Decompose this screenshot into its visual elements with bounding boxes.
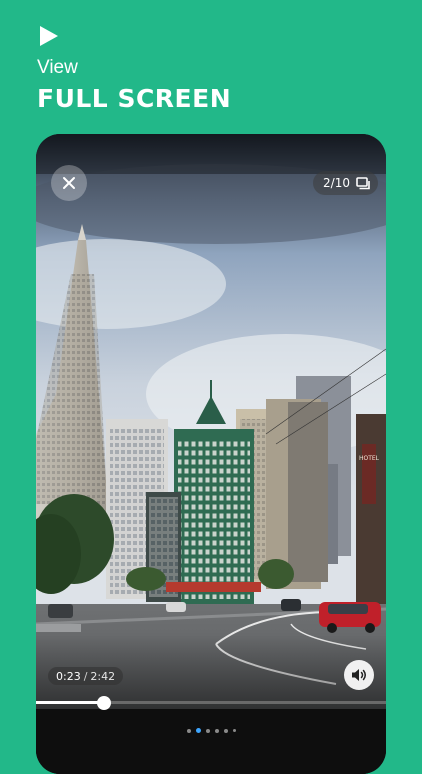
close-icon	[63, 177, 75, 189]
phone-screen: HOTEL 2/10 0:23 / 2:42	[36, 134, 386, 774]
volume-icon	[352, 669, 366, 681]
page-subtitle: View	[37, 57, 78, 78]
page-dot	[195, 728, 201, 733]
gallery-icon	[356, 176, 370, 189]
page-title: FULL SCREEN	[37, 84, 232, 113]
current-time: 0:23	[56, 669, 81, 683]
page-dot	[205, 728, 210, 733]
volume-button[interactable]	[344, 660, 374, 690]
hotel-sign-text: HOTEL	[359, 455, 380, 462]
page-dot	[232, 729, 236, 732]
photo-counter-button[interactable]: 2/10	[313, 171, 378, 195]
photo-counter: 2/10	[323, 176, 350, 190]
page-indicator	[36, 728, 386, 733]
page-dot	[214, 728, 219, 733]
page-dot	[186, 728, 191, 733]
time-separator: /	[83, 669, 88, 683]
duration: 2:42	[90, 669, 116, 683]
seek-progress	[36, 701, 104, 704]
play-icon	[40, 26, 58, 46]
close-button[interactable]	[51, 165, 87, 201]
page-dot	[223, 728, 228, 733]
seek-thumb[interactable]	[96, 696, 111, 710]
playback-time: 0:23 / 2:42	[48, 667, 124, 685]
